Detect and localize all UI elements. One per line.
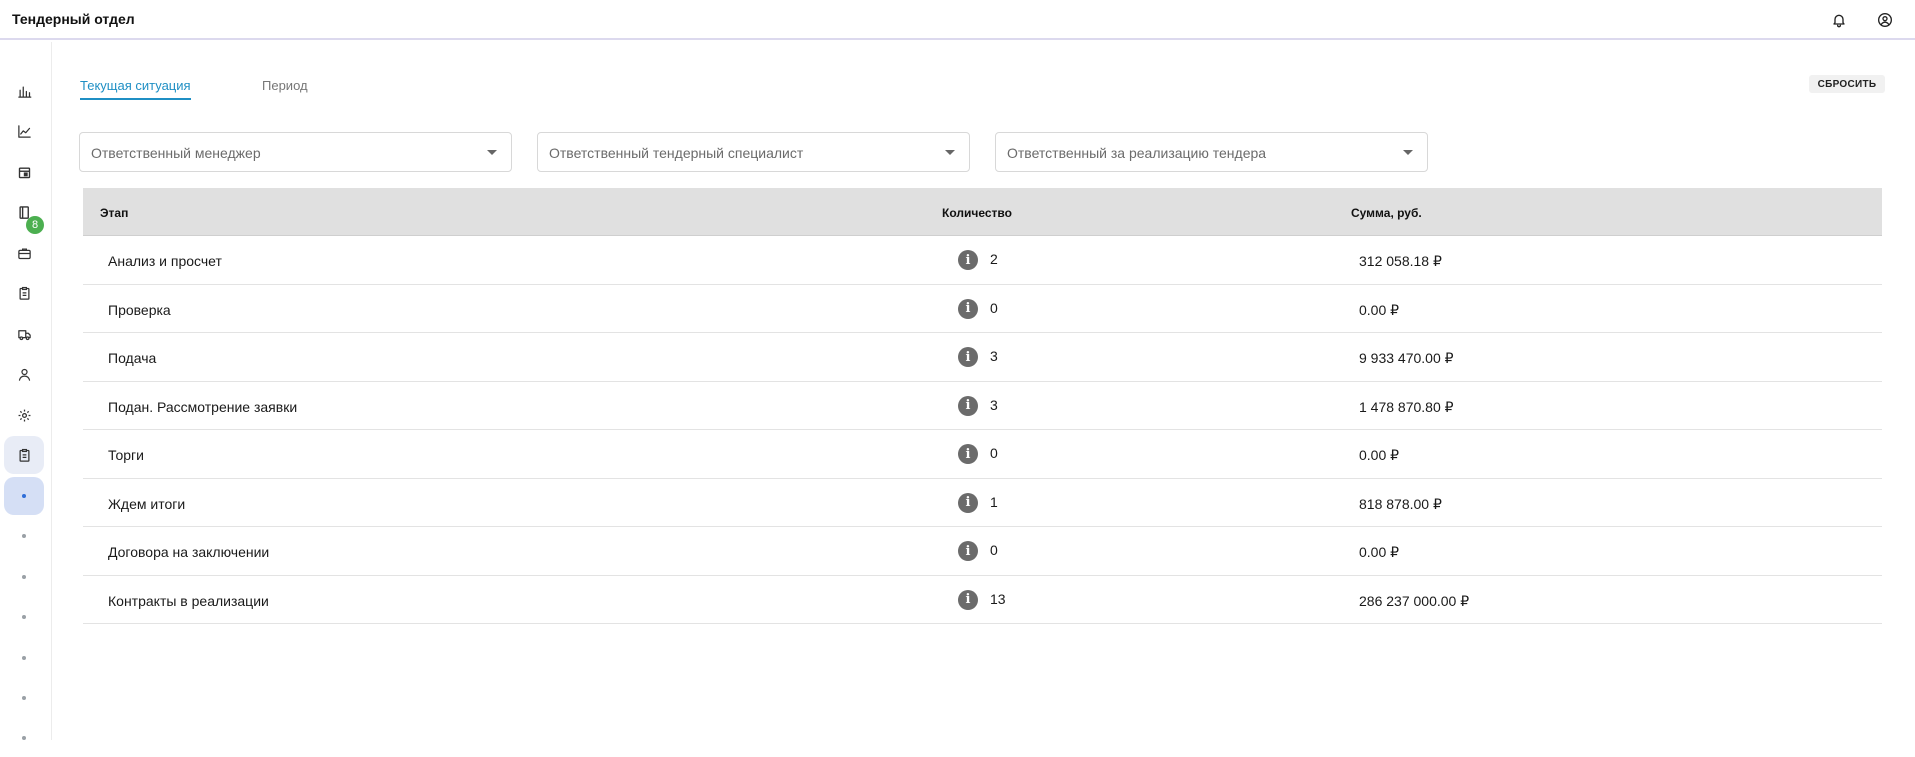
bullet-dot (22, 696, 26, 700)
tender-specialist-select[interactable]: Ответственный тендерный специалист (537, 132, 970, 172)
info-icon[interactable]: i (958, 395, 978, 416)
stages-table: Этап Количество Сумма, руб. Анализ и про… (83, 188, 1882, 624)
sum-cell: 312 058.18 ₽ (1359, 253, 1442, 269)
count-cell: 3 (990, 396, 998, 413)
table-header: Этап Количество Сумма, руб. (83, 188, 1882, 236)
sidebar: 8 (0, 42, 52, 740)
sidebar-item-clipboard[interactable] (4, 274, 44, 312)
count-cell: 13 (990, 590, 1006, 607)
bullet-dot (22, 615, 26, 619)
table-row[interactable]: Торги i 0 0.00 ₽ (83, 430, 1882, 479)
stage-cell: Ждем итоги (108, 495, 186, 512)
sidebar-item-book[interactable]: 8 (4, 193, 44, 234)
table-row[interactable]: Подан. Рассмотрение заявки i 3 1 478 870… (83, 382, 1882, 430)
stage-cell: Контракты в реализации (108, 592, 269, 609)
sum-cell: 0.00 ₽ (1359, 447, 1400, 463)
count-cell: 0 (990, 299, 998, 316)
select-placeholder: Ответственный за реализацию тендера (1007, 145, 1267, 161)
sidebar-subitem[interactable] (4, 639, 44, 677)
info-icon[interactable]: i (958, 492, 978, 513)
user-icon (18, 368, 30, 381)
count-cell: 0 (990, 445, 998, 461)
sidebar-subitem[interactable] (4, 517, 44, 555)
truck-icon (17, 329, 31, 340)
briefcase-icon (17, 248, 31, 259)
account-circle-icon[interactable] (1876, 11, 1894, 29)
dropdown-arrow-icon (945, 150, 955, 155)
sum-cell: 818 878.00 ₽ (1359, 495, 1442, 512)
bullet-dot (22, 736, 26, 740)
app-title: Тендерный отдел (12, 11, 135, 27)
count-cell: 0 (990, 542, 998, 558)
table-row[interactable]: Подача i 3 9 933 470.00 ₽ (83, 333, 1882, 382)
count-cell: 1 (990, 493, 998, 510)
info-icon[interactable]: i (958, 250, 978, 270)
table-row[interactable]: Контракты в реализации i 13 286 237 000.… (83, 576, 1882, 624)
settings-icon (18, 409, 30, 421)
sidebar-subitem[interactable] (4, 598, 44, 636)
count-cell: 3 (990, 348, 998, 364)
sum-cell: 1 478 870.80 ₽ (1359, 398, 1454, 415)
clipboard-icon (19, 448, 29, 462)
sidebar-item-truck[interactable] (4, 315, 44, 353)
table-row[interactable]: Договора на заключении i 0 0.00 ₽ (83, 527, 1882, 576)
sidebar-subitem-current[interactable] (4, 477, 44, 515)
bar-chart-icon (17, 86, 31, 98)
calendar-icon (18, 166, 30, 178)
info-icon[interactable]: i (958, 444, 978, 464)
select-placeholder: Ответственный менеджер (91, 145, 261, 161)
sidebar-subitem[interactable] (4, 679, 44, 717)
column-header-stage: Этап (100, 206, 129, 220)
dropdown-arrow-icon (487, 150, 497, 155)
bullet-dot (22, 534, 26, 538)
bullet-dot (22, 494, 26, 498)
sidebar-item-tenders[interactable] (4, 436, 44, 474)
select-placeholder: Ответственный тендерный специалист (549, 145, 804, 161)
count-cell: 2 (990, 251, 998, 267)
top-app-bar: Тендерный отдел (0, 0, 1915, 40)
bell-icon[interactable] (1830, 11, 1848, 29)
sidebar-subitem[interactable] (4, 558, 44, 596)
column-header-count: Количество (942, 206, 1012, 220)
reset-button[interactable]: СБРОСИТЬ (1809, 75, 1885, 93)
sidebar-item-user[interactable] (4, 355, 44, 393)
sidebar-item-bar-chart[interactable] (4, 72, 44, 110)
sum-cell: 9 933 470.00 ₽ (1359, 350, 1454, 366)
stage-cell: Подан. Рассмотрение заявки (108, 398, 298, 415)
stage-cell: Анализ и просчет (108, 253, 222, 269)
implementation-responsible-select[interactable]: Ответственный за реализацию тендера (995, 132, 1428, 172)
sidebar-item-line-chart[interactable] (4, 112, 44, 150)
notification-badge: 8 (26, 216, 44, 234)
sidebar-item-settings[interactable] (4, 396, 44, 434)
table-body: Анализ и просчет i 2 312 058.18 ₽ Провер… (83, 236, 1882, 624)
stage-cell: Договора на заключении (108, 544, 270, 560)
manager-select[interactable]: Ответственный менеджер (79, 132, 512, 172)
info-icon[interactable]: i (958, 298, 978, 319)
stage-cell: Торги (108, 447, 144, 463)
clipboard-icon (19, 286, 29, 300)
stage-cell: Подача (108, 350, 157, 366)
table-row[interactable]: Проверка i 0 0.00 ₽ (83, 285, 1882, 333)
sidebar-item-briefcase[interactable] (4, 234, 44, 272)
info-icon[interactable]: i (958, 541, 978, 561)
sum-cell: 286 237 000.00 ₽ (1359, 592, 1470, 609)
sidebar-subitem[interactable] (4, 719, 44, 757)
tab-period[interactable]: Период (262, 78, 308, 93)
info-icon[interactable]: i (958, 347, 978, 367)
bullet-dot (22, 656, 26, 660)
column-header-sum: Сумма, руб. (1351, 206, 1422, 220)
tab-current-situation[interactable]: Текущая ситуация (80, 78, 191, 100)
info-icon[interactable]: i (958, 589, 978, 610)
table-row[interactable]: Анализ и просчет i 2 312 058.18 ₽ (83, 236, 1882, 285)
table-row[interactable]: Ждем итоги i 1 818 878.00 ₽ (83, 479, 1882, 527)
sum-cell: 0.00 ₽ (1359, 301, 1400, 318)
line-chart-icon (17, 124, 31, 138)
sidebar-item-calendar[interactable] (4, 153, 44, 191)
bullet-dot (22, 575, 26, 579)
dropdown-arrow-icon (1403, 150, 1413, 155)
stage-cell: Проверка (108, 301, 171, 318)
sum-cell: 0.00 ₽ (1359, 544, 1400, 560)
